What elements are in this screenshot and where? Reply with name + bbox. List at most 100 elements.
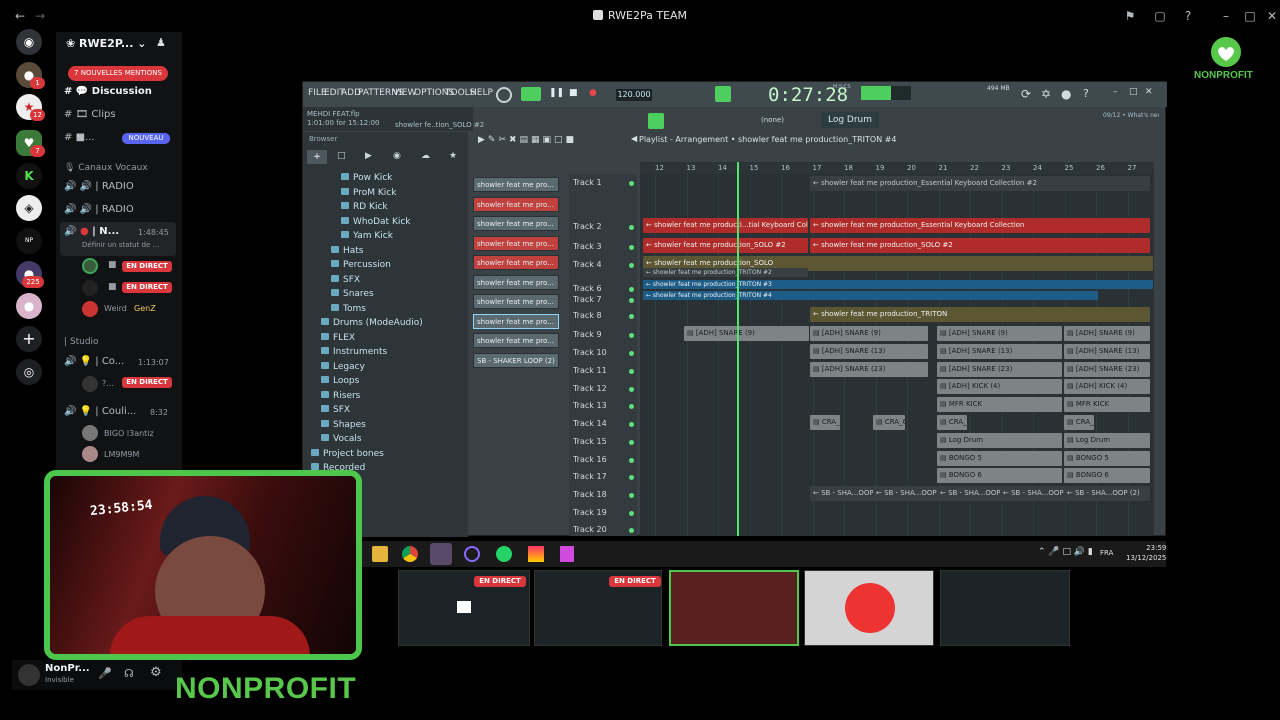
playlist-clip[interactable]: ▤ Log Drum: [937, 433, 1062, 448]
nonprofit-server-icon[interactable]: NP: [16, 228, 42, 254]
star-icon[interactable]: ★: [449, 151, 457, 161]
tray-icons[interactable]: ⌃ 🎤 □ 🔊 ▮: [1038, 547, 1093, 557]
browser-item[interactable]: Instruments: [321, 346, 387, 359]
track-name[interactable]: Track 1: [573, 178, 602, 187]
playlist-clip[interactable]: ▤ BONGO 6: [937, 468, 1062, 483]
help-icon[interactable]: ?: [1180, 8, 1196, 24]
channel-rack-item[interactable]: showler feat me pro...: [473, 255, 559, 270]
current-pattern[interactable]: showler fe..tion_SOLO #2: [395, 121, 484, 129]
voice-user-lm[interactable]: LM9M9M: [104, 450, 139, 459]
discord-home-icon[interactable]: ◉: [16, 29, 42, 55]
channel-rack-item[interactable]: showler feat me pro...: [473, 333, 559, 348]
track-mute-led[interactable]: [629, 528, 634, 533]
track-name[interactable]: Track 18: [573, 490, 607, 499]
track-mute-led[interactable]: [629, 440, 634, 445]
channel-rack-item[interactable]: showler feat me pro...: [473, 274, 559, 290]
playlist-clip[interactable]: ▤ Log Drum: [1064, 433, 1150, 448]
playlist-clip[interactable]: ← showler feat me production_Essential K…: [810, 218, 1150, 233]
playlist-clip[interactable]: ← showler feat me production_TRITON #4: [643, 291, 1098, 300]
browser-item[interactable]: Legacy: [321, 361, 365, 374]
track-name[interactable]: Track 7: [573, 295, 602, 304]
playlist-clip[interactable]: ▤ CRA_6: [1064, 415, 1094, 430]
track-name[interactable]: Track 6: [573, 284, 602, 293]
playlist-clip[interactable]: ← showler feat me production_TRITON: [810, 307, 1150, 322]
channel-clips[interactable]: # 🎞 Clips: [64, 107, 179, 123]
track-mute-led[interactable]: [629, 387, 634, 392]
playlist-clip[interactable]: ▤ MFR KICK: [1064, 397, 1150, 412]
track-mute-led[interactable]: [629, 475, 634, 480]
step-mode-button[interactable]: [715, 86, 731, 102]
track-mute-led[interactable]: [629, 404, 634, 409]
browser-item[interactable]: Shapes: [321, 419, 366, 432]
browser-item[interactable]: Risers: [321, 390, 360, 403]
user-name[interactable]: NonPr...: [45, 663, 90, 674]
playlist-clip[interactable]: ← showler feat me production_Essential K…: [810, 176, 1150, 191]
track-name[interactable]: Track 16: [573, 455, 607, 464]
avatar[interactable]: [82, 280, 98, 296]
pattern-select[interactable]: (none): [761, 116, 784, 124]
channel-rack-item[interactable]: SB - SHAKER LOOP (2): [473, 352, 559, 368]
new-mentions-pill[interactable]: 7 NOUVELLES MENTIONS: [68, 66, 168, 81]
track-name[interactable]: Track 17: [573, 472, 607, 481]
stream-thumbnail[interactable]: [940, 570, 1070, 646]
chrome-icon[interactable]: [402, 546, 418, 562]
track-mute-led[interactable]: [629, 298, 634, 303]
server-name-header[interactable]: ❀ RWE2P... ⌄: [66, 37, 146, 50]
news-panel[interactable]: 09/12 • What's new i...: [1103, 112, 1159, 119]
file-icon[interactable]: □: [337, 151, 346, 161]
stream-thumbnail[interactable]: EN DIRECT: [534, 570, 662, 646]
playlist-clip[interactable]: ▤ [ADH] SNARE (13): [810, 344, 928, 359]
minimize-icon[interactable]: –: [1218, 8, 1234, 24]
microphone-icon[interactable]: 🎤: [98, 667, 112, 680]
track-mute-led[interactable]: [629, 511, 634, 516]
channel-discussion[interactable]: # 💬 Discussion: [64, 84, 179, 100]
playlist-clip[interactable]: ▤ BONGO 5: [1064, 451, 1150, 466]
track-mute-led[interactable]: [629, 181, 634, 186]
playlist-grid[interactable]: ← showler feat me production_Essential K…: [640, 174, 1154, 536]
pattern-mode-button[interactable]: [521, 87, 541, 101]
plugin-icon[interactable]: ◉: [393, 151, 401, 161]
track-mute-led[interactable]: [629, 245, 634, 250]
playlist-clip[interactable]: ← showler feat me production_SOLO #2: [643, 238, 808, 253]
system-clock[interactable]: 23:59 13/12/2025: [1126, 543, 1166, 563]
explore-icon[interactable]: ◎: [16, 359, 42, 385]
playlist-clip[interactable]: ▤ [ADH] KICK (4): [937, 379, 1062, 394]
stream-thumbnail-selected[interactable]: [669, 570, 799, 646]
playlist-clip[interactable]: ← showler feat me producti...tial Keyboa…: [643, 218, 808, 233]
track-mute-led[interactable]: [629, 422, 634, 427]
metronome-knob-icon[interactable]: [496, 87, 512, 103]
track-name[interactable]: Track 15: [573, 437, 607, 446]
browser-item[interactable]: Toms: [331, 303, 366, 316]
playlist-clip[interactable]: ▤ [ADH] SNARE (9): [810, 326, 928, 341]
playlist-clip[interactable]: ← showler feat me production_SOLO #2: [810, 238, 1150, 253]
voice-channel-radio-2[interactable]: 🔊 🔊 | RADIO: [64, 202, 179, 218]
refresh-icon[interactable]: ⟳: [1021, 87, 1031, 101]
inbox-icon[interactable]: ⚑: [1122, 8, 1138, 24]
playlist-clip[interactable]: ▤ [ADH] SNARE (9): [937, 326, 1062, 341]
playlist-clip[interactable]: ← showler feat me production_TRITON #2: [643, 268, 808, 277]
avatar[interactable]: [18, 664, 40, 686]
browser-item[interactable]: Drums (ModeAudio): [321, 317, 423, 330]
playlist-clip[interactable]: ▤ BONGO 6: [1064, 468, 1150, 483]
menu-help[interactable]: HELP: [470, 88, 493, 98]
track-name[interactable]: Track 14: [573, 419, 607, 428]
browser-item[interactable]: Vocals: [321, 433, 362, 446]
discord-taskbar-icon[interactable]: [430, 543, 452, 565]
browser-all-tab[interactable]: +: [307, 150, 327, 164]
playlist-toolbar[interactable]: ▶✎✂✖▤▦▣□■: [478, 135, 577, 145]
avatar[interactable]: [82, 446, 98, 462]
playlist-clip[interactable]: ▤ MFR KICK: [937, 397, 1062, 412]
channel-rack-item[interactable]: showler feat me pro...: [473, 235, 559, 251]
voice-user-bigo[interactable]: BIGO l3antiz: [104, 429, 154, 438]
track-mute-led[interactable]: [629, 458, 634, 463]
playlist-clip[interactable]: ▤ [ADH] SNARE (13): [937, 344, 1062, 359]
playlist-clip[interactable]: ▤ [ADH] SNARE (23): [937, 362, 1062, 377]
close-icon[interactable]: ✕: [1145, 87, 1153, 97]
channel-rack-item[interactable]: showler feat me pro...: [473, 196, 559, 212]
voice-channel-couli[interactable]: 🔊 💡 | Couli...: [64, 404, 144, 420]
channel-rack-item[interactable]: showler feat me pro...: [473, 294, 559, 309]
track-name[interactable]: Track 19: [573, 508, 607, 517]
screen-icon[interactable]: ▢: [1152, 8, 1168, 24]
minimize-icon[interactable]: –: [1113, 87, 1118, 97]
track-name[interactable]: Track 3: [573, 242, 602, 251]
